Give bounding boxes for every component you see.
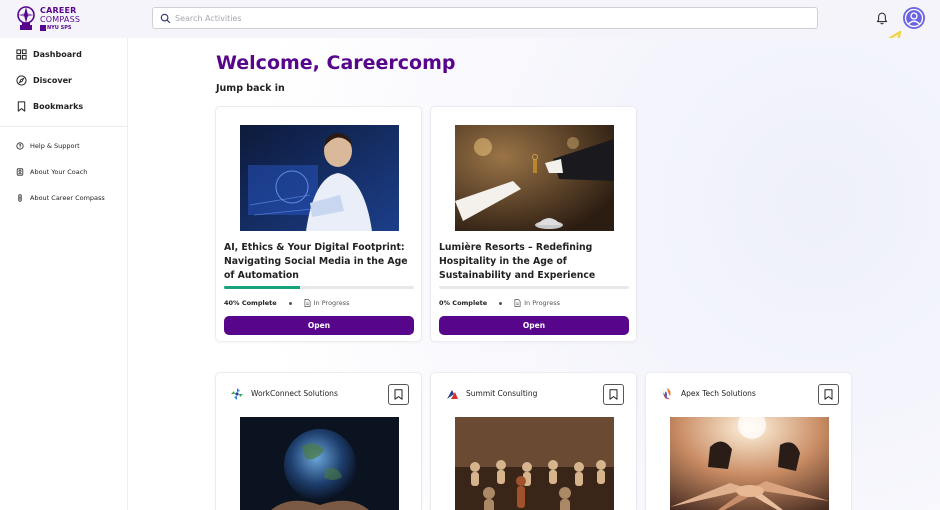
course-progress-fill (224, 286, 300, 289)
apex-logo-icon (663, 388, 671, 400)
bookmark-icon (609, 389, 618, 400)
bookmark-button[interactable] (818, 384, 839, 405)
course-meta: 40% Complete In Progress (224, 298, 414, 308)
company-name: Summit Consulting (466, 389, 538, 398)
sidebar-item-label: Dashboard (33, 49, 82, 59)
help-icon (16, 142, 24, 150)
course-card[interactable]: Lumière Resorts – Redefining Hospitality… (430, 106, 637, 342)
logo-text-compass: COMPASS (40, 15, 81, 24)
company-name: WorkConnect Solutions (251, 389, 338, 398)
sidebar-item-label: Bookmarks (33, 101, 84, 111)
team-hands-together-image (670, 417, 829, 510)
info-icon (18, 194, 22, 202)
hotel-key-handover-image (455, 125, 614, 231)
company-card[interactable]: WorkConnect Solutions (215, 372, 422, 510)
course-title: Lumière Resorts – Redefining Hospitality… (439, 242, 596, 281)
meta-separator-dot (288, 301, 292, 305)
sidebar-item-label: Help & Support (30, 142, 80, 150)
progress-percent: 40% Complete (224, 299, 277, 307)
sidebar-item-about-coach[interactable]: About Your Coach (16, 166, 87, 178)
bookmark-icon (17, 100, 26, 112)
sidebar-item-discover[interactable]: Discover (16, 72, 72, 88)
dashboard-grid-icon (16, 48, 27, 60)
sidebar-item-bookmarks[interactable]: Bookmarks (16, 98, 83, 114)
career-compass-logo[interactable]: CAREER COMPASS NYU SPS (16, 4, 96, 34)
course-progress-bar (224, 286, 414, 289)
course-meta: 0% Complete In Progress (439, 298, 629, 308)
sidebar-divider (0, 126, 127, 127)
course-thumbnail (455, 125, 614, 231)
sidebar: Dashboard Discover Bookmarks Help & Supp… (0, 38, 128, 510)
course-card[interactable]: AI, Ethics & Your Digital Footprint: Nav… (215, 106, 422, 342)
sidebar-item-dashboard[interactable]: Dashboard (16, 46, 82, 62)
search-bar[interactable] (152, 7, 818, 29)
compass-logo-icon (17, 6, 35, 30)
bookmark-icon (394, 389, 403, 400)
top-header: CAREER COMPASS NYU SPS (0, 0, 940, 38)
course-status: In Progress (524, 299, 560, 307)
company-image (240, 417, 399, 510)
document-icon (304, 299, 311, 307)
course-status: In Progress (313, 299, 350, 307)
logo-text-career: CAREER (40, 6, 77, 15)
sidebar-item-label: About Your Coach (30, 168, 88, 176)
meta-separator-dot (499, 301, 503, 305)
welcome-heading: Welcome, Careercomp (216, 52, 456, 74)
sidebar-item-label: Discover (33, 75, 72, 85)
bookmark-button[interactable] (603, 384, 624, 405)
sidebar-item-label: About Career Compass (30, 194, 105, 202)
company-card[interactable]: Summit Consulting (430, 372, 637, 510)
search-input[interactable] (175, 10, 805, 26)
globe-in-hands-image (240, 417, 399, 510)
logo-badge: NYU SPS (40, 25, 71, 31)
bell-icon[interactable] (876, 12, 888, 25)
company-image (670, 417, 829, 510)
course-title: AI, Ethics & Your Digital Footprint: Nav… (224, 242, 408, 281)
progress-percent: 0% Complete (439, 299, 488, 307)
course-thumbnail (240, 125, 399, 231)
section-title-jump-back-in: Jump back in (216, 83, 285, 94)
nyu-torch-icon (40, 25, 46, 31)
open-course-button[interactable]: Open (224, 316, 414, 335)
ai-ethics-image (240, 125, 399, 231)
search-icon (160, 13, 171, 24)
sidebar-item-about-career-compass[interactable]: About Career Compass (16, 192, 105, 204)
company-card[interactable]: Apex Tech Solutions (645, 372, 852, 510)
bookmark-icon (824, 389, 833, 400)
course-progress-bar (439, 286, 629, 289)
open-course-button[interactable]: Open (439, 316, 629, 335)
workconnect-logo-icon (231, 388, 243, 400)
bookmark-button[interactable] (388, 384, 409, 405)
summit-logo-icon (447, 390, 458, 399)
coach-icon (16, 168, 24, 176)
main-content: Welcome, Careercomp Jump back in AI, Eth… (128, 38, 940, 510)
document-icon (514, 299, 521, 307)
compass-icon (16, 74, 27, 86)
sidebar-item-help-support[interactable]: Help & Support (16, 140, 80, 152)
wooden-figures-image (455, 417, 614, 510)
company-image (455, 417, 614, 510)
company-name: Apex Tech Solutions (681, 389, 756, 398)
logo-badge-text: NYU SPS (47, 25, 72, 31)
